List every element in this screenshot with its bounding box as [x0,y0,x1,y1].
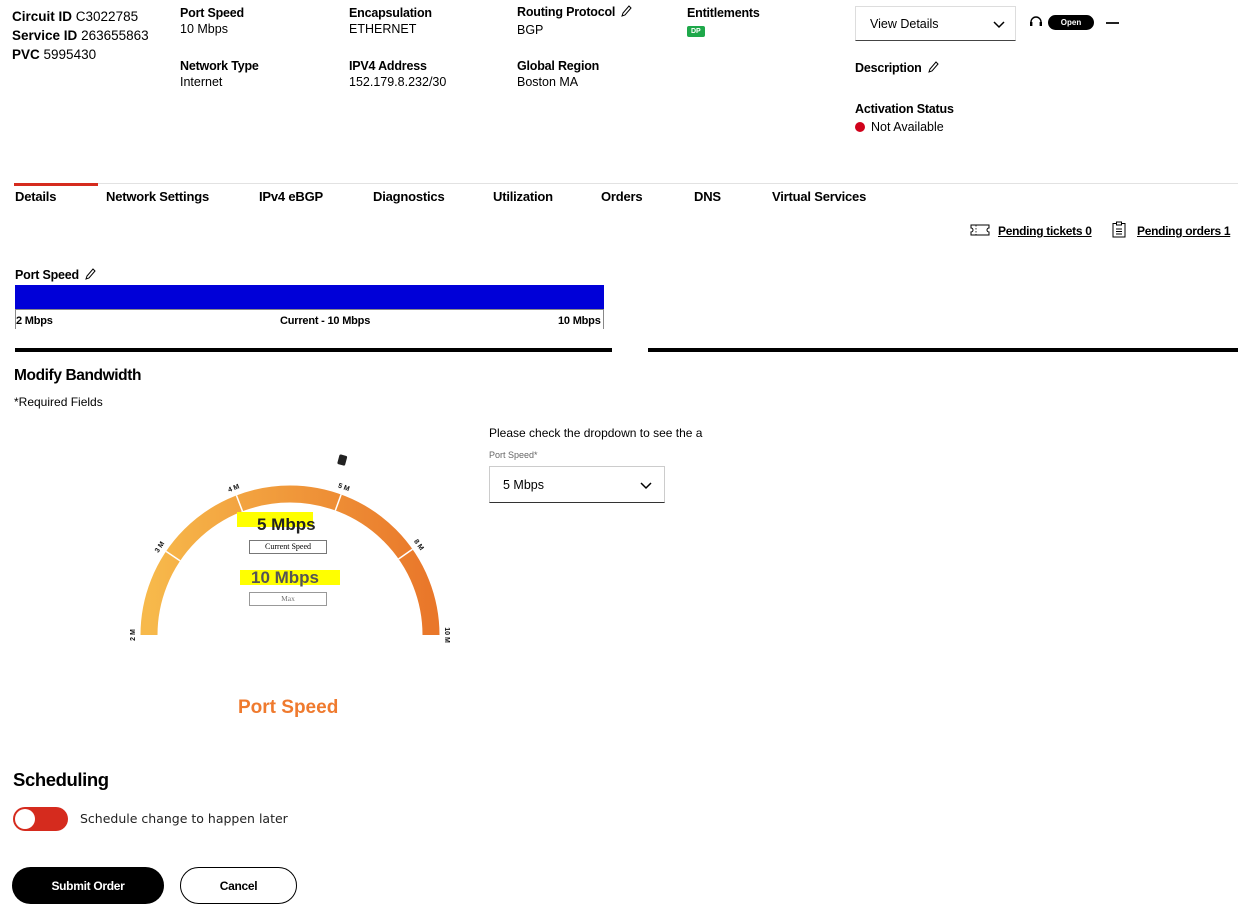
chevron-down-icon [640,479,652,494]
scheduling-title: Scheduling [13,769,109,790]
ticket-icon [970,224,990,239]
gauge-tick-label: 4 M [227,483,241,494]
encapsulation-label: Encapsulation [349,6,432,20]
circuit-id-label: Circuit ID [12,9,73,24]
status-dot-icon [855,122,865,132]
routing-value: BGP [517,23,544,37]
port-speed-select[interactable]: 5 Mbps [489,466,665,503]
current-speed-caption: Current Speed [249,540,327,554]
pvc-row: PVC 5995430 [12,45,172,64]
toggle-knob [15,809,35,829]
chevron-down-icon [993,18,1005,33]
tab-details[interactable]: Details [15,189,56,204]
service-id-row: Service ID 263655863 [12,26,172,45]
gauge-tick-label: 10 M [443,627,450,643]
headset-icon[interactable] [1028,13,1044,32]
gauge-tick-label: 3 M [154,540,166,554]
edit-description-pencil-icon[interactable] [927,60,939,77]
circuit-summary: Circuit ID C3022785 Service ID 263655863… [12,7,172,64]
minimize-icon[interactable] [1106,22,1119,24]
pvc-value: 5995430 [43,47,97,62]
cancel-button[interactable]: Cancel [180,867,297,904]
tab-utilization[interactable]: Utilization [493,189,553,204]
port-speed-value: 10 Mbps [180,22,228,36]
encapsulation-field: Encapsulation ETHERNET [349,6,432,36]
port-speed-select-label: Port Speed* [489,450,538,460]
routing-label-row: Routing Protocol [517,4,633,21]
ipv4-label: IPV4 Address [349,59,427,73]
gauge-tick-label: 2 M [130,629,137,641]
dropdown-hint: Please check the dropdown to see the a [489,426,703,440]
port-speed-bar-track [15,285,604,309]
tab-network-settings[interactable]: Network Settings [106,189,209,204]
tab-virtual-services[interactable]: Virtual Services [772,189,866,204]
entitlements-badge: DP [687,26,705,37]
ipv4-field: IPV4 Address 152.179.8.232/30 [349,59,446,89]
bar-max-label: 10 Mbps [558,315,601,327]
entitlements-label: Entitlements [687,6,760,20]
tab-bar: Details Network Settings IPv4 eBGP Diagn… [0,189,1238,207]
ipv4-value: 152.179.8.232/30 [349,75,447,89]
current-speed-value: 5 Mbps [257,515,316,534]
routing-field: Routing Protocol BGP [517,4,633,37]
port-speed-label: Port Speed [180,6,244,20]
port-speed-field: Port Speed 10 Mbps [180,6,244,36]
schedule-toggle-label: Schedule change to happen later [80,811,288,826]
gauge-needle-icon [337,454,348,466]
port-speed-bar-title-row: Port Speed [15,267,96,284]
tab-ipv4-ebgp[interactable]: IPv4 eBGP [259,189,323,204]
bar-current-label: Current - 10 Mbps [280,315,371,327]
open-status-badge: Open [1048,15,1094,30]
view-details-label: View Details [870,16,939,31]
max-speed-caption: Max [249,592,327,606]
routing-label: Routing Protocol [517,5,616,19]
activation-label: Activation Status [855,102,954,116]
service-id-value: 263655863 [81,28,149,43]
activation-value: Not Available [871,120,944,134]
network-type-value: Internet [180,75,223,89]
circuit-id-value: C3022785 [75,9,139,24]
gauge-tick-label: 5 M [337,483,351,494]
activation-status: Not Available [855,120,944,134]
section-divider-left [15,348,612,352]
description-label: Description [855,61,922,75]
service-id-label: Service ID [12,28,78,43]
view-details-select[interactable]: View Details [855,6,1016,41]
submit-order-button[interactable]: Submit Order [12,867,164,904]
region-field: Global Region Boston MA [517,59,599,89]
tab-active-indicator [14,183,98,186]
region-label: Global Region [517,59,600,73]
port-speed-bar-fill [15,285,604,309]
edit-port-speed-pencil-icon[interactable] [84,267,96,284]
pvc-label: PVC [12,47,40,62]
tab-diagnostics[interactable]: Diagnostics [373,189,445,204]
modify-bandwidth-title: Modify Bandwidth [14,367,142,384]
pending-orders-link[interactable]: Pending orders 1 [1137,224,1231,238]
tab-dns[interactable]: DNS [694,189,721,204]
network-type-field: Network Type Internet [180,59,259,89]
pending-tickets-link[interactable]: Pending tickets 0 [998,224,1092,238]
port-speed-bar-title: Port Speed [15,268,79,282]
section-divider-right [648,348,1238,352]
entitlements-field: Entitlements DP [687,6,760,37]
gauge-title: Port Speed [238,697,339,718]
tab-orders[interactable]: Orders [601,189,643,204]
port-speed-bar-baseline [15,309,604,310]
max-speed-value: 10 Mbps [251,568,320,587]
network-type-label: Network Type [180,59,259,73]
gauge-tick-label: 8 M [412,538,425,552]
region-value: Boston MA [517,75,579,89]
bar-min-label: 2 Mbps [16,315,53,327]
required-fields-note: *Required Fields [14,395,103,409]
port-speed-select-value: 5 Mbps [503,477,544,492]
description-label-row: Description [855,60,939,77]
port-speed-bar-right-tick [603,309,604,329]
tabs-top-border [98,183,1238,184]
edit-routing-pencil-icon[interactable] [620,4,633,21]
clipboard-icon [1112,221,1126,241]
circuit-id-row: Circuit ID C3022785 [12,7,172,26]
encapsulation-value: ETHERNET [349,22,417,36]
schedule-toggle[interactable] [13,807,68,831]
